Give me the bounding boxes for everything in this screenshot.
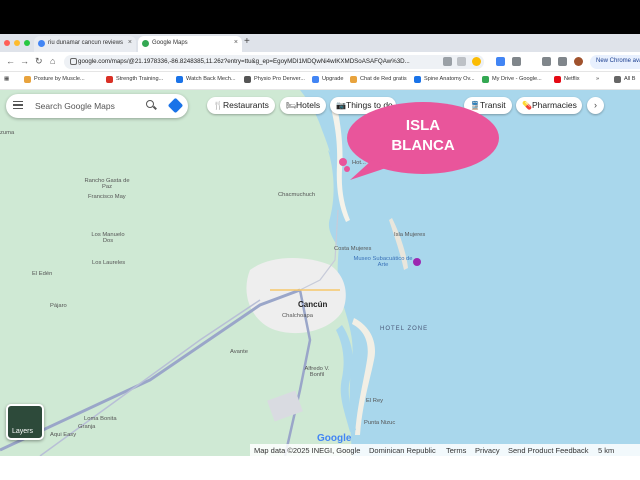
- callout-line-1: ISLA: [405, 117, 441, 134]
- bottom-margin: [0, 456, 640, 480]
- feedback-link[interactable]: Send Product Feedback: [508, 446, 588, 455]
- callout-line-2: BLANCA: [391, 137, 455, 154]
- layers-label: Layers: [12, 428, 34, 435]
- region-link[interactable]: Dominican Republic: [369, 446, 436, 455]
- scale-label: 5 km: [598, 446, 615, 455]
- terms-link[interactable]: Terms: [446, 446, 466, 455]
- callout-graphic: [347, 102, 499, 180]
- google-logo: Google: [317, 433, 352, 444]
- screenshot-frame: riu dunamar cancun reviews × Google Maps…: [0, 0, 640, 480]
- privacy-link[interactable]: Privacy: [475, 446, 500, 455]
- map-data-attribution[interactable]: Map data ©2025 INEGI, Google: [254, 446, 360, 455]
